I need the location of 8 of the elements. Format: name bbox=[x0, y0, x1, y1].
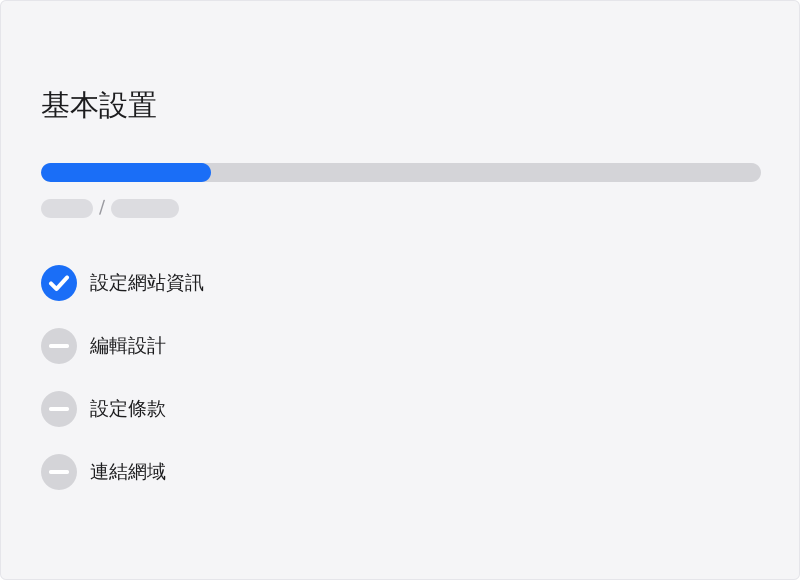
skeleton-placeholder bbox=[111, 198, 180, 218]
step-label: 連結網域 bbox=[90, 460, 166, 485]
breadcrumb-separator: / bbox=[99, 199, 106, 217]
step-label: 設定網站資訊 bbox=[90, 270, 204, 296]
page-title: 基本設置 bbox=[41, 87, 158, 124]
step-label: 編輯設計 bbox=[90, 334, 166, 359]
skeleton-placeholder bbox=[41, 198, 93, 218]
step-label: 設定條款 bbox=[90, 396, 166, 422]
